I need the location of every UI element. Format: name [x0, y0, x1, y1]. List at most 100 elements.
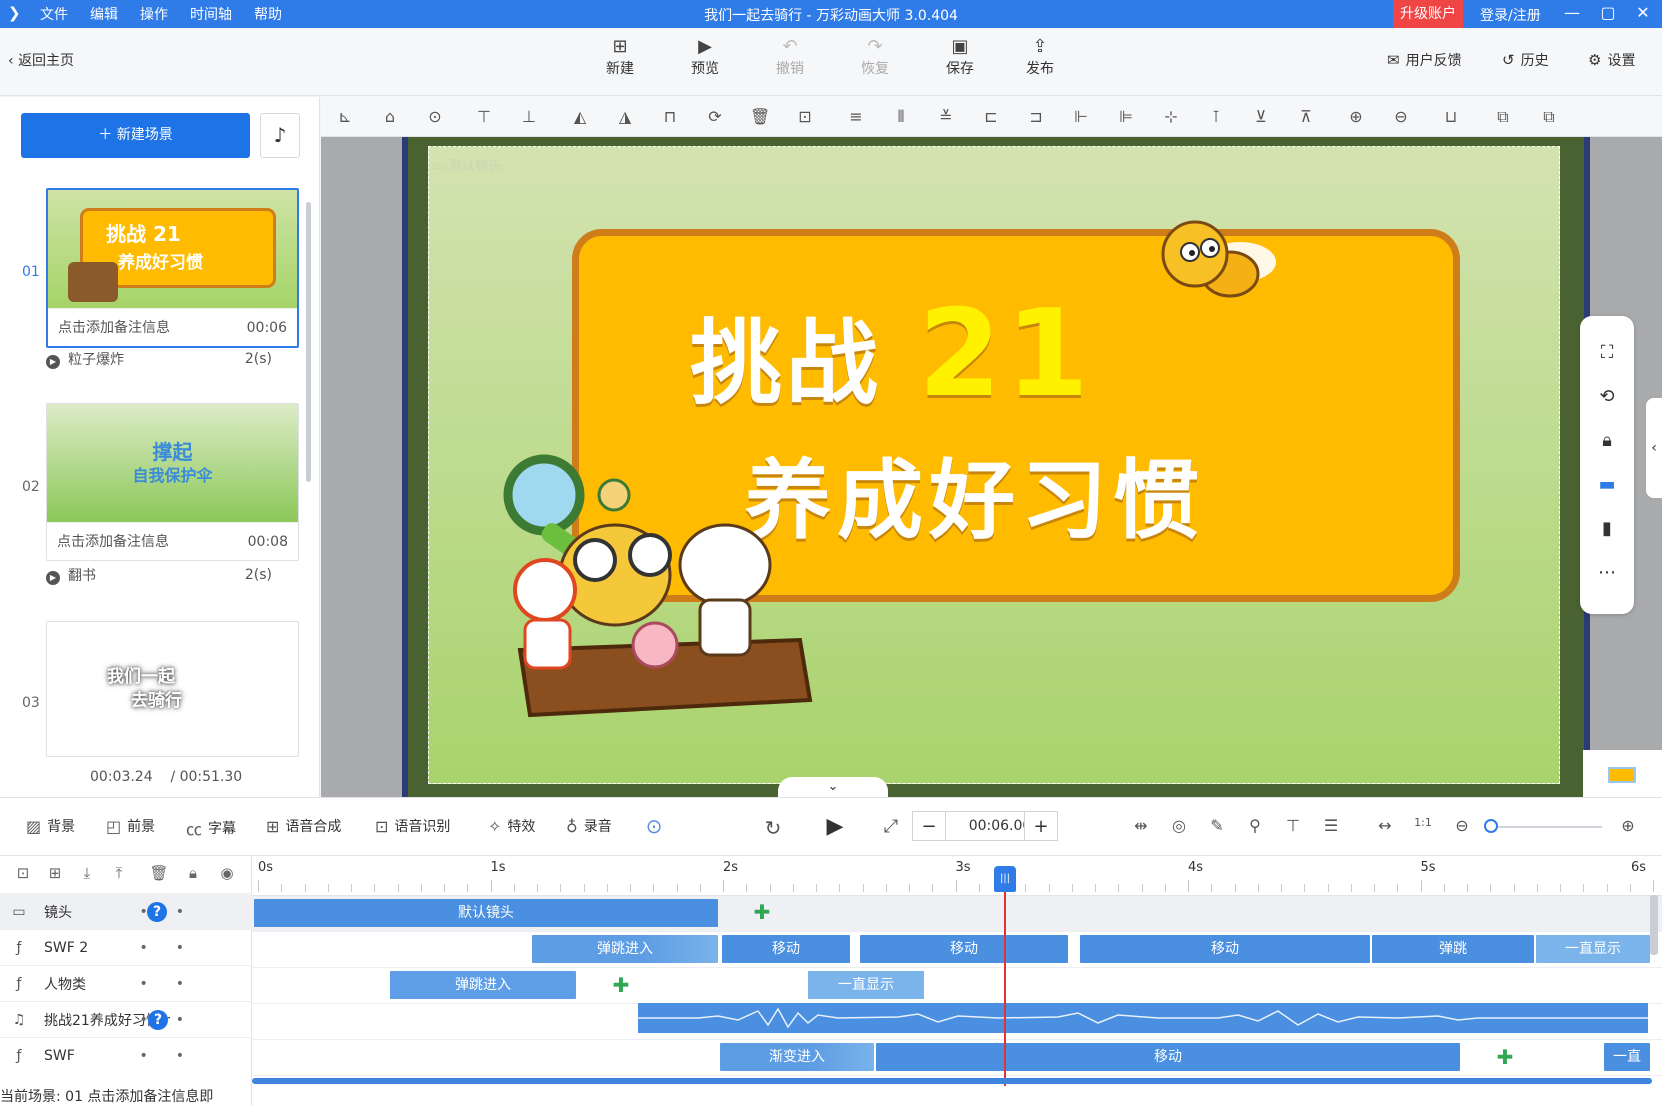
align-middle-icon[interactable]: ≚ [936, 107, 956, 127]
portrait-screen-icon[interactable]: ▮ [1595, 518, 1619, 542]
track-toggles[interactable]: •• [139, 940, 212, 956]
align-left-icon[interactable]: ⊩ [1071, 107, 1091, 127]
unlock-icon[interactable]: ⊔ [1441, 107, 1461, 127]
clip-camera[interactable]: 默认镜头 [254, 899, 718, 927]
clip-swf[interactable]: 一直 [1604, 1043, 1650, 1071]
toolbar-button-4[interactable]: ▣ 保存 [930, 36, 990, 78]
menu-file[interactable]: 文件 [40, 4, 68, 24]
timeline-tool-2[interactable]: ㏄字幕 [186, 816, 236, 840]
timeline-tool-1[interactable]: ◰ 前景 [106, 816, 155, 836]
marker-icon[interactable]: ⚲ [1244, 816, 1266, 838]
menu-help[interactable]: 帮助 [254, 4, 282, 24]
align-center-h-icon[interactable]: ≡ [846, 107, 866, 127]
home-icon[interactable]: ⌂ [380, 107, 400, 127]
bee-character[interactable] [1150, 212, 1280, 312]
center-h-icon[interactable]: ⊹ [1161, 107, 1181, 127]
landscape-screen-icon[interactable]: ▬ [1595, 474, 1619, 498]
scene-note[interactable]: 点击添加备注信息 [58, 309, 170, 346]
more-circle-icon[interactable]: ⊙ [425, 107, 445, 127]
distribute-v-icon[interactable]: ⊐ [1026, 107, 1046, 127]
zoom-in-icon[interactable]: ⊕ [1346, 107, 1366, 127]
clip-people[interactable]: 弹跳进入 [390, 971, 576, 999]
settings-button[interactable]: ⚙ 设置 [1588, 50, 1635, 70]
clip-swf2[interactable]: 弹跳进入 [532, 935, 718, 963]
filter-icon[interactable]: ⊤ [1282, 816, 1304, 838]
clip-swf2[interactable]: 弹跳 [1372, 935, 1534, 963]
help-icon[interactable]: ? [148, 1010, 168, 1030]
maximize-icon[interactable]: ▢ [1595, 2, 1621, 24]
clip-swf2[interactable]: 移动 [1080, 935, 1370, 963]
scene-note[interactable]: 点击添加备注信息 [57, 523, 169, 560]
scene-card-01[interactable]: 挑战 21 养成好习惯 点击添加备注信息 00:06 [46, 188, 299, 348]
timeline-hscrollbar[interactable] [252, 1078, 1652, 1084]
align-bottom-icon[interactable]: ⊥ [519, 107, 539, 127]
close-icon[interactable]: ✕ [1630, 2, 1656, 24]
add-folder-icon[interactable]: ⊡ [12, 864, 34, 886]
track-toggles[interactable]: •• [139, 1048, 212, 1064]
eye-icon[interactable]: ◉ [216, 864, 238, 886]
timeline-tool-0[interactable]: ▨ 背景 [26, 816, 75, 836]
delete-icon[interactable]: 🗑︎ [148, 864, 170, 886]
music-button[interactable]: ♪ [260, 113, 300, 158]
minimize-icon[interactable]: — [1559, 2, 1585, 24]
back-home-button[interactable]: ‹ 返回主页 [8, 50, 74, 70]
add-keyframe-icon[interactable]: ✚ [752, 902, 772, 922]
cartoon-characters[interactable] [490, 450, 830, 740]
timeline-tool-3[interactable]: ⊞ 语音合成 [266, 816, 341, 836]
move-down-icon[interactable]: ⤓ [76, 864, 98, 886]
clip-people[interactable]: 一直显示 [808, 971, 924, 999]
align-top-icon[interactable]: ⊤ [474, 107, 494, 127]
flip-h-icon[interactable]: ◭ [570, 107, 590, 127]
clip-swf[interactable]: 渐变进入 [720, 1043, 874, 1071]
history-button[interactable]: ↺ 历史 [1502, 50, 1549, 70]
trash-icon[interactable]: 🗑︎ [750, 107, 770, 127]
fit-width-icon[interactable]: ↔ [1374, 816, 1396, 838]
track-header[interactable]: ▭ 镜头 •• [0, 893, 252, 929]
help-icon[interactable]: ? [147, 902, 167, 922]
zoom-in-icon[interactable]: ⊕ [1617, 816, 1639, 838]
zoom-out-icon[interactable]: ⊖ [1391, 107, 1411, 127]
snapshot-icon[interactable]: ◎ [1168, 816, 1190, 838]
time-decrease-button[interactable]: − [912, 811, 946, 841]
zoom-slider-knob[interactable] [1484, 819, 1498, 833]
clip-swf2[interactable]: 一直显示 [1536, 935, 1650, 963]
timeline-tool-6[interactable]: ♁ 录音 [566, 816, 612, 836]
scene-card-03[interactable]: 我们一起 去骑行 [46, 621, 299, 757]
login-register-link[interactable]: 登录/注册 [1480, 5, 1541, 25]
play-icon[interactable]: ▶ [824, 814, 846, 839]
scene-list-scrollbar[interactable] [306, 202, 311, 482]
clip-swf2[interactable]: 移动 [860, 935, 1068, 963]
track-header[interactable]: ƒ SWF 2 •• [0, 929, 252, 965]
feedback-button[interactable]: ✉ 用户反馈 [1387, 50, 1462, 70]
timeline-tool-5[interactable]: ✧ 特效 [488, 816, 535, 836]
toolbar-button-3[interactable]: ↷ 恢复 [845, 36, 905, 78]
align-right-icon[interactable]: ⊫ [1116, 107, 1136, 127]
time-increase-button[interactable]: + [1024, 811, 1058, 841]
fit-screen-icon[interactable]: ⛶ [1595, 342, 1619, 366]
toolbar-button-0[interactable]: ⊞ 新建 [590, 36, 650, 78]
ruler-icon[interactable]: ⊾ [335, 107, 355, 127]
banner-title-line1[interactable]: 挑战 21 [690, 285, 1093, 424]
copy-icon[interactable]: ⧉ [1493, 107, 1513, 127]
edit-icon[interactable]: ✎ [1206, 816, 1228, 838]
split-icon[interactable]: ⇹ [1130, 816, 1152, 838]
more-icon[interactable]: ⋯ [1595, 562, 1619, 586]
track-header[interactable]: ƒ SWF •• [0, 1037, 252, 1073]
new-scene-button[interactable]: ＋ 新建场景 [21, 113, 250, 158]
menu-edit[interactable]: 编辑 [90, 4, 118, 24]
scene-card-02[interactable]: 撑起 自我保护伞 点击添加备注信息 00:08 [46, 403, 299, 561]
track-header[interactable]: ♫ 挑战21养成好习惯.r •• [0, 1001, 252, 1037]
audio-waveform[interactable] [638, 1003, 1648, 1033]
fullscreen-icon[interactable]: ⤢ [880, 816, 902, 838]
menu-timeline[interactable]: 时间轴 [190, 4, 232, 24]
flip-v-icon[interactable]: ◮ [615, 107, 635, 127]
clip-swf2[interactable]: 移动 [722, 935, 850, 963]
replay-icon[interactable]: ↻ [762, 816, 784, 840]
toolbar-button-1[interactable]: ▶ 预览 [675, 36, 735, 78]
paste-icon[interactable]: ⧉ [1539, 107, 1559, 127]
target-icon[interactable]: ⊡ [795, 107, 815, 127]
toolbar-button-5[interactable]: ⇪ 发布 [1010, 36, 1070, 78]
lock-icon[interactable]: ⊓ [660, 107, 680, 127]
center-v-icon[interactable]: ⊼ [1296, 107, 1316, 127]
timeline-vscrollbar[interactable] [1650, 895, 1658, 955]
